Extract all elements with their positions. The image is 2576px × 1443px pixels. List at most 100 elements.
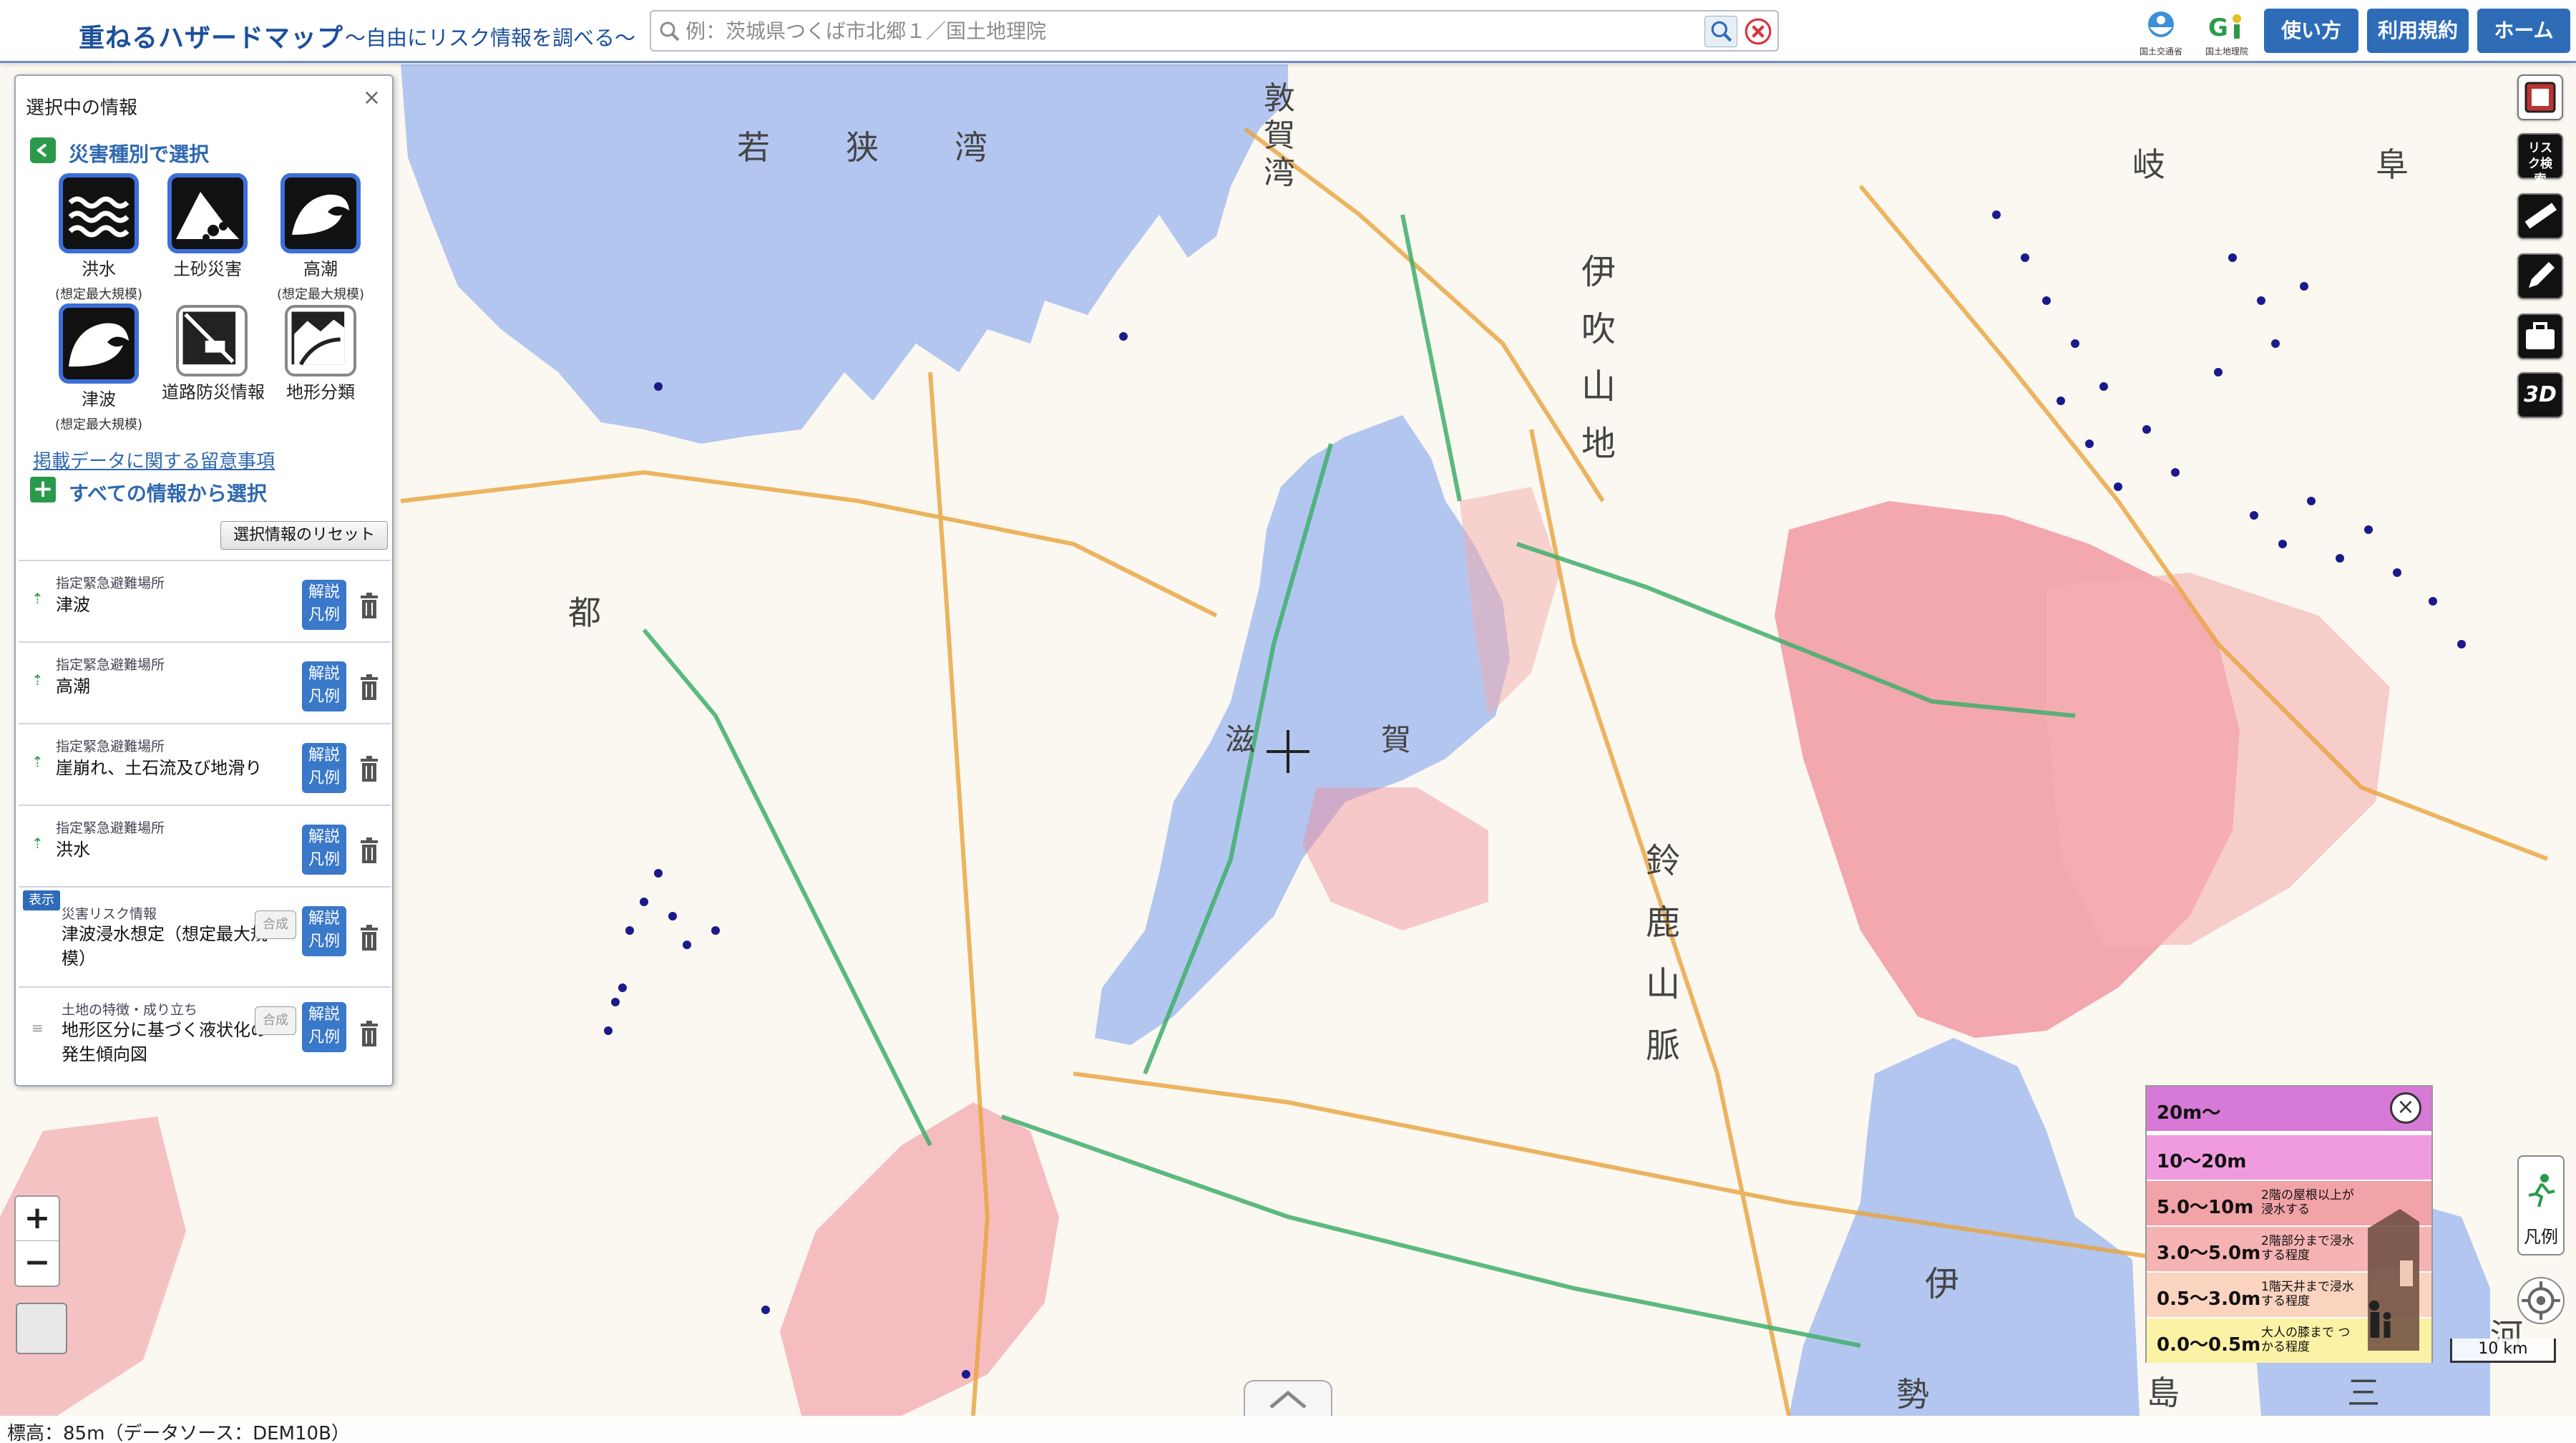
trash-icon[interactable]: [359, 591, 379, 620]
legend-row: 20m〜: [2147, 1087, 2431, 1131]
gsi-logo[interactable]: G 国土地理院: [2201, 6, 2253, 59]
all-info-label: すべての情報から選択: [69, 482, 267, 505]
pencil-icon: [2529, 262, 2555, 288]
help-label-2: 凡例: [308, 933, 340, 951]
layer-help-button[interactable]: 解説 凡例: [302, 906, 346, 956]
terms-button[interactable]: 利用規約: [2367, 9, 2469, 53]
3d-label: 3D: [2524, 382, 2557, 407]
search-button[interactable]: [1704, 16, 1737, 47]
drag-handle-icon[interactable]: ≡: [31, 1019, 44, 1036]
help-label-2: 凡例: [308, 1029, 340, 1046]
data-notice-link[interactable]: 掲載データに関する留意事項: [33, 447, 275, 473]
hazard-sublabel: (想定最大規模): [54, 417, 143, 432]
toolbox-tool[interactable]: [2517, 314, 2563, 359]
trash-icon[interactable]: [359, 673, 379, 701]
panel-title: 選択中の情報: [26, 97, 138, 119]
help-label-1: 解説: [308, 747, 340, 764]
map-label-suzuka: 鈴 鹿 山 脈: [1646, 841, 1681, 1066]
legend-button-label: 凡例: [2524, 1227, 2558, 1247]
layer-item[interactable]: 表示 災害リスク情報 津波浸水想定（想定最大規模） 合成 解説 凡例: [19, 886, 391, 986]
map-label-gifu-1: 岐: [2132, 145, 2165, 184]
reset-selection-button[interactable]: 選択情報のリセット: [220, 521, 388, 550]
evacuation-run-icon: [2528, 1174, 2555, 1208]
legend-depth-desc: 2階部分まで浸水する程度: [2261, 1234, 2354, 1263]
layer-category: 指定緊急避難場所: [56, 820, 165, 836]
hazard-storm-surge[interactable]: 高潮 (想定最大規模): [270, 173, 371, 303]
zoom-in-button[interactable]: +: [16, 1197, 59, 1241]
composite-button[interactable]: 合成: [255, 910, 296, 939]
layer-category: 土地の特徴・成り立ち: [62, 1002, 198, 1018]
layer-item[interactable]: ⇡ 指定緊急避難場所 崖崩れ、土石流及び地滑り 解説 凡例: [19, 723, 391, 805]
layer-category: 指定緊急避難場所: [56, 575, 165, 591]
gsi-logo-caption: 国土地理院: [2205, 47, 2248, 57]
layer-item[interactable]: ⇡ 指定緊急避難場所 洪水 解説 凡例: [19, 805, 391, 886]
svg-text:G: G: [2208, 14, 2228, 42]
help-label-2: 凡例: [308, 606, 340, 624]
map-label-miyako: 都: [568, 593, 601, 632]
help-label-2: 凡例: [308, 688, 340, 706]
risk-search-label: リスク検索: [2528, 141, 2552, 187]
chevron-up-icon: [1269, 1390, 1307, 1409]
trash-icon[interactable]: [359, 923, 379, 952]
layer-help-button[interactable]: 解説 凡例: [302, 825, 346, 875]
evacuation-run-icon: ⇡: [31, 671, 44, 689]
risk-search-tool[interactable]: リスク検索: [2517, 133, 2563, 187]
panel-close-button[interactable]: ×: [363, 87, 381, 109]
draw-tool[interactable]: [2517, 253, 2563, 299]
layer-help-button[interactable]: 解説 凡例: [302, 1002, 346, 1052]
map-print-tool[interactable]: [2517, 74, 2563, 120]
basemap-thumbnail-button[interactable]: [16, 1303, 67, 1354]
hazard-label: 土砂災害: [173, 259, 242, 279]
current-location-button[interactable]: [2517, 1277, 2565, 1324]
layer-name: 崖崩れ、土石流及び地滑り: [56, 758, 263, 778]
layer-help-button[interactable]: 解説 凡例: [302, 661, 346, 711]
locate-icon: [2522, 1281, 2560, 1320]
layer-name: 洪水: [56, 840, 90, 860]
evacuation-run-icon: ⇡: [31, 753, 44, 770]
tsunami-depth-legend: 20m〜 10〜20m 5.0〜10m 2階の屋根以上が浸水する 3.0〜5.0m 2階部…: [2145, 1085, 2433, 1363]
search-input[interactable]: [686, 16, 1687, 47]
legend-depth-desc: 2階の屋根以上が浸水する: [2261, 1188, 2354, 1217]
layer-item[interactable]: ≡ 土地の特徴・成り立ち 地形区分に基づく液状化の発生傾向図 合成 解説 凡例: [19, 986, 391, 1079]
hazard-landform[interactable]: 地形分類: [270, 305, 371, 403]
hazard-road-disaster[interactable]: 道路防災情報: [162, 305, 265, 403]
legend-depth-value: 10〜20m: [2157, 1151, 2247, 1172]
measure-tool[interactable]: [2517, 193, 2563, 239]
layer-help-button[interactable]: 解説 凡例: [302, 743, 346, 793]
help-label-1: 解説: [308, 828, 340, 846]
layer-item[interactable]: ⇡ 指定緊急避難場所 津波 解説 凡例: [19, 560, 391, 641]
landslide-icon: [167, 173, 248, 253]
map-label-gifu-2: 阜: [2376, 145, 2409, 184]
select-from-all-info[interactable]: + すべての情報から選択: [30, 477, 395, 505]
search-icon: [660, 21, 680, 42]
legend-close-button[interactable]: ×: [2390, 1092, 2421, 1124]
mlit-logo[interactable]: 国土交通省: [2135, 6, 2187, 59]
zoom-out-button[interactable]: −: [16, 1241, 59, 1286]
trash-icon[interactable]: [359, 1019, 379, 1048]
layer-item[interactable]: ⇡ 指定緊急避難場所 高潮 解説 凡例: [19, 641, 391, 723]
legend-depth-value: 20m〜: [2157, 1102, 2221, 1124]
hazard-flood[interactable]: 洪水 (想定最大規模): [49, 173, 149, 303]
app-title[interactable]: 重ねるハザードマップ: [79, 17, 343, 54]
hazard-tsunami[interactable]: 津波 (想定最大規模): [49, 303, 149, 433]
trash-icon[interactable]: [359, 754, 379, 783]
hazard-landslide[interactable]: 土砂災害: [157, 173, 258, 280]
mlit-logo-caption: 国土交通省: [2139, 47, 2182, 57]
how-to-use-button[interactable]: 使い方: [2264, 9, 2358, 53]
help-label-2: 凡例: [308, 769, 340, 787]
clear-search-button[interactable]: [1743, 16, 1773, 47]
legend-toggle-button[interactable]: 凡例: [2517, 1155, 2565, 1255]
composite-button[interactable]: 合成: [255, 1006, 296, 1035]
close-icon: [1745, 18, 1772, 45]
bottom-panel-handle[interactable]: [1244, 1380, 1332, 1417]
status-bar: 標高：85m（データソース：DEM10B）: [0, 1416, 2576, 1443]
legend-row: 10〜20m: [2147, 1135, 2431, 1180]
home-button[interactable]: ホーム: [2477, 9, 2570, 53]
layer-help-button[interactable]: 解説 凡例: [302, 580, 346, 630]
trash-icon[interactable]: [359, 836, 379, 865]
map-label-shiga-2: 賀: [1381, 722, 1412, 757]
selected-info-panel: 選択中の情報 × 災害種別で選択 洪水 (想定最大規模) 土砂災害 高潮 (想定…: [14, 74, 394, 1087]
road-disaster-icon: [176, 305, 248, 376]
legend-depth-desc: 1階天井まで浸水する程度: [2261, 1280, 2354, 1308]
3d-tool[interactable]: 3D: [2517, 372, 2563, 418]
